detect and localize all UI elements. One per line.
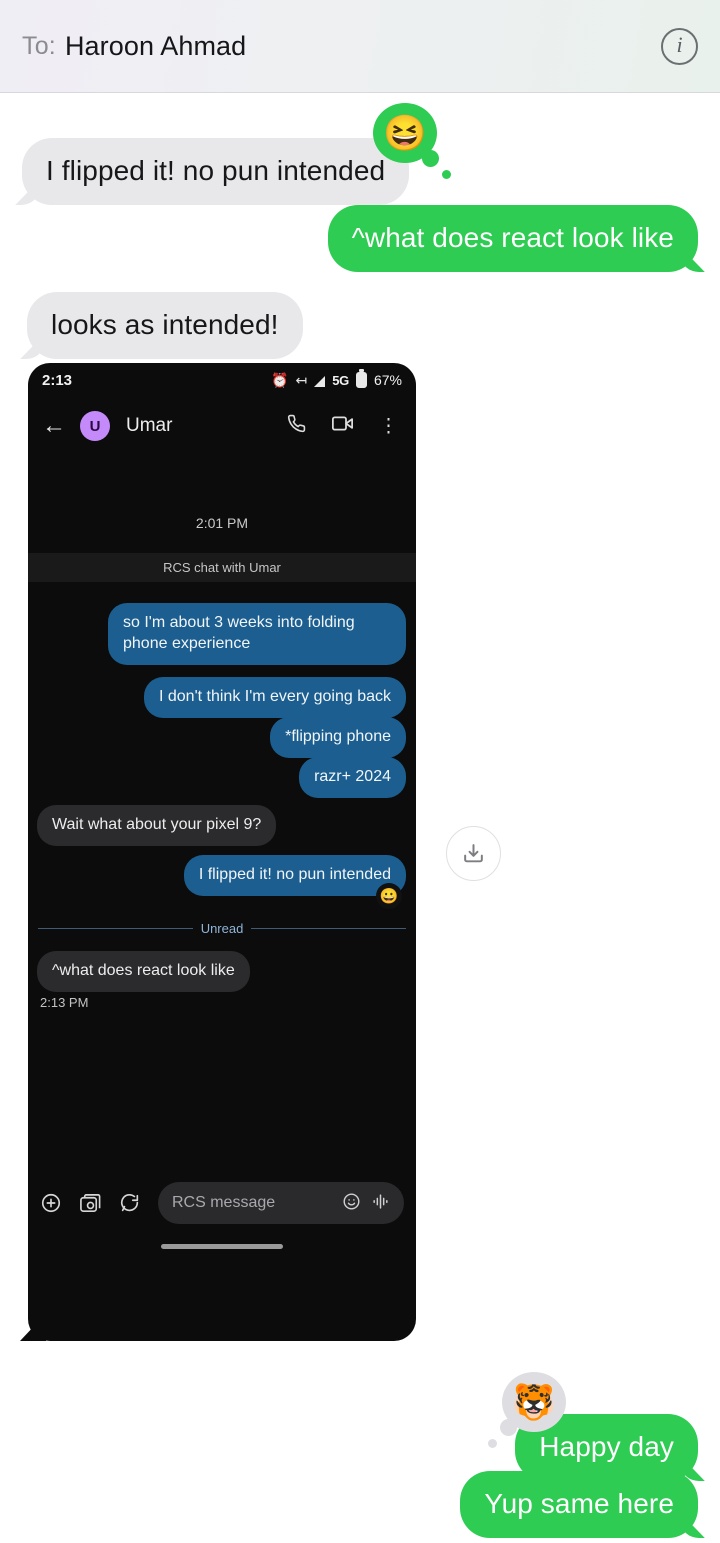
bluetooth-icon: ↤	[295, 371, 308, 388]
screenshot-message-row: I don't think I'm every going back	[143, 677, 406, 718]
contact-name: Umar	[126, 415, 173, 436]
avatar: U	[80, 411, 110, 441]
message-timestamp: 2:13 PM	[40, 995, 89, 1010]
message-text: looks as intended!	[51, 309, 279, 340]
message-text: I flipped it! no pun intended	[198, 866, 391, 883]
phone-screenshot: 2:13 ⏰ ↤ 5G 67% ← U Umar ⋮ 2:01 PM RCS c…	[28, 363, 416, 1341]
unread-label: Unread	[200, 921, 244, 936]
emoji-smiley-icon[interactable]	[342, 1192, 361, 1215]
screenshot-message-row: *flipping phone	[270, 717, 406, 758]
screenshot-message-row: so I'm about 3 weeks into folding phone …	[108, 603, 406, 665]
sticker-icon[interactable]	[119, 1192, 141, 1214]
unread-divider: Unread	[38, 921, 407, 936]
messages-conversation-screen: To: Haroon Ahmad i I flipped it! no pun …	[0, 0, 720, 1543]
divider-line-left	[38, 928, 193, 929]
battery-percent: 67%	[373, 372, 402, 388]
status-time: 2:13	[42, 371, 73, 389]
message-text: Wait what about your pixel 9?	[52, 816, 262, 833]
message-text: ^what does react look like	[351, 222, 674, 253]
message-text: ^what does react look like	[52, 962, 235, 979]
voice-waveform-icon[interactable]	[371, 1192, 390, 1215]
message-thread: I flipped it! no pun intended 😆 ^what do…	[0, 93, 720, 360]
phone-icon[interactable]	[287, 414, 306, 439]
grinning-emoji-icon: 😀	[379, 888, 399, 905]
network-label: 5G	[332, 372, 349, 388]
conversation-header: To: Haroon Ahmad i	[0, 0, 720, 93]
tiger-emoji-icon: 🐯	[512, 1382, 556, 1422]
back-arrow-icon[interactable]: ←	[42, 414, 66, 438]
app-bar-actions: ⋮	[287, 413, 402, 440]
laughing-emoji-icon: 😆	[383, 113, 427, 153]
screenshot-bubble-incoming[interactable]: ^what does react look like	[37, 951, 250, 992]
message-input-placeholder: RCS message	[172, 1194, 276, 1211]
message-text: I don't think I'm every going back	[158, 688, 391, 705]
message-text: so I'm about 3 weeks into folding phone …	[123, 614, 355, 652]
divider-line-right	[251, 928, 407, 929]
more-vert-icon[interactable]: ⋮	[379, 415, 398, 438]
status-icons: ⏰ ↤ 5G 67%	[271, 369, 402, 389]
tapback-reaction[interactable]: 😆	[373, 103, 451, 179]
message-bubble-received[interactable]: looks as intended!	[27, 292, 303, 360]
message-bubble-sent[interactable]: ^what does react look like	[327, 205, 698, 273]
message-bubble-received[interactable]: I flipped it! no pun intended	[22, 138, 410, 206]
screenshot-message-row: Wait what about your pixel 9?	[37, 805, 277, 846]
download-attachment-button[interactable]	[446, 826, 501, 881]
screenshot-message-row: razr+ 2024	[299, 757, 406, 798]
battery-icon	[355, 369, 367, 388]
rcs-chat-banner: RCS chat with Umar	[28, 553, 416, 582]
screenshot-status-bar: 2:13 ⏰ ↤ 5G 67%	[28, 363, 416, 397]
message-text: I flipped it! no pun intended	[46, 155, 386, 186]
screenshot-message-row: ^what does react look like	[37, 951, 250, 992]
message-text: razr+ 2024	[314, 768, 391, 785]
gallery-camera-icon[interactable]	[79, 1192, 102, 1215]
screenshot-bubble-outgoing[interactable]: I flipped it! no pun intended	[183, 855, 406, 896]
home-indicator	[161, 1244, 283, 1249]
tapback-reaction[interactable]: 🐯	[488, 1372, 566, 1448]
day-timestamp: 2:01 PM	[195, 515, 249, 531]
plus-circle-icon[interactable]	[40, 1192, 62, 1214]
screenshot-chat-body: 2:01 PM RCS chat with Umar so I'm about …	[28, 455, 416, 1265]
screenshot-composer: RCS message	[28, 1175, 416, 1231]
screenshot-bubble-outgoing[interactable]: *flipping phone	[270, 717, 406, 758]
message-row: I flipped it! no pun intended 😆	[0, 93, 720, 206]
alarm-icon: ⏰	[271, 371, 289, 388]
screenshot-bubble-outgoing[interactable]: so I'm about 3 weeks into folding phone …	[108, 603, 406, 665]
recipient-name[interactable]: Haroon Ahmad	[65, 31, 246, 62]
message-text: Yup same here	[484, 1488, 674, 1519]
message-bubble-sent[interactable]: Yup same here	[460, 1471, 698, 1539]
emoji-reaction-badge[interactable]: 😀	[376, 883, 402, 909]
screenshot-message-row: I flipped it! no pun intended	[183, 855, 406, 896]
info-icon[interactable]: i	[661, 27, 698, 65]
message-row: ^what does react look like	[0, 201, 720, 279]
message-text: *flipping phone	[285, 728, 391, 745]
message-input[interactable]: RCS message	[158, 1182, 404, 1224]
message-text: Happy day	[539, 1431, 674, 1462]
screenshot-app-bar: ← U Umar ⋮	[28, 397, 416, 455]
signal-icon	[314, 375, 326, 387]
image-attachment-bubble[interactable]: 2:13 ⏰ ↤ 5G 67% ← U Umar ⋮ 2:01 PM RCS c…	[20, 363, 416, 1341]
video-camera-icon[interactable]	[332, 413, 353, 440]
to-label: To:	[22, 31, 56, 60]
download-icon	[464, 844, 483, 863]
avatar-initial: U	[89, 417, 101, 435]
screenshot-bubble-outgoing[interactable]: I don't think I'm every going back	[143, 677, 406, 718]
screenshot-bubble-incoming[interactable]: Wait what about your pixel 9?	[37, 805, 277, 846]
screenshot-bubble-outgoing[interactable]: razr+ 2024	[299, 757, 406, 798]
message-row: looks as intended!	[0, 279, 720, 360]
